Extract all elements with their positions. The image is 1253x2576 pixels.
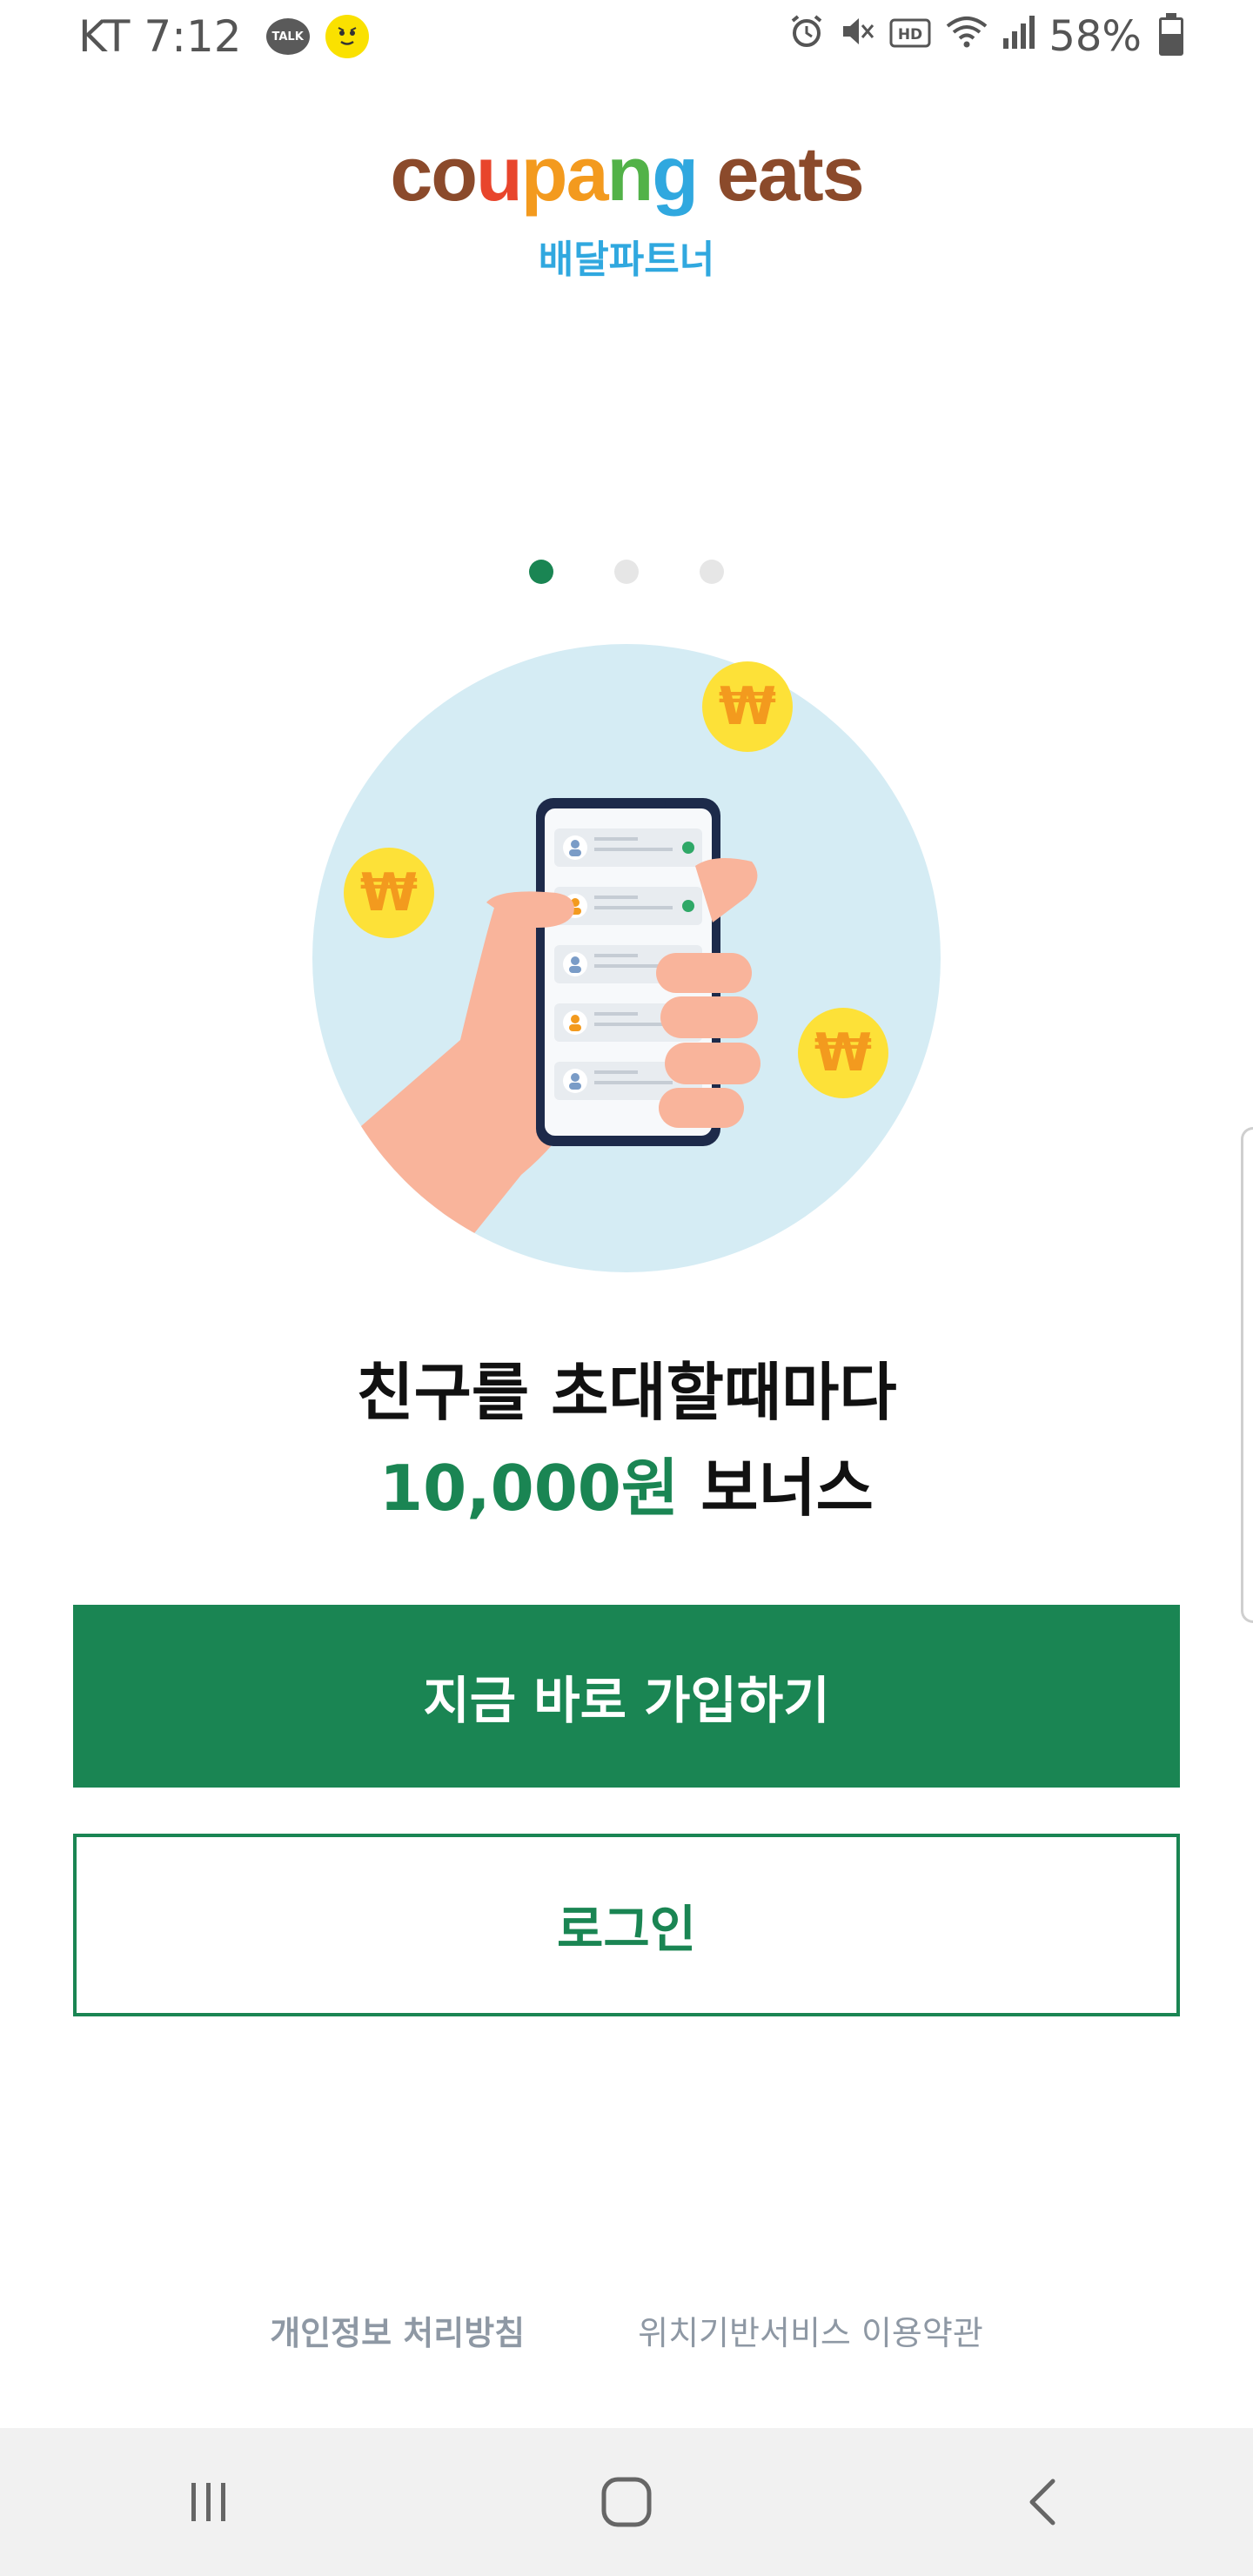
kakao-character-icon <box>325 15 369 58</box>
signal-icon <box>1002 12 1036 61</box>
hd-voice-icon: HD <box>888 12 932 61</box>
carrier-time: KT 7:12 <box>78 11 242 62</box>
pager-dot-3[interactable] <box>700 560 724 584</box>
svg-text:₩: ₩ <box>360 862 418 923</box>
battery-percent: 58% <box>1049 12 1142 61</box>
won-coin-icon: ₩ <box>344 848 434 938</box>
invite-illustration: ₩ ₩ ₩ <box>312 644 941 1272</box>
back-button[interactable] <box>992 2450 1096 2554</box>
signup-button[interactable]: 지금 바로 가입하기 <box>73 1605 1180 1788</box>
svg-text:₩: ₩ <box>719 676 776 737</box>
mute-icon <box>838 12 876 61</box>
back-icon <box>1029 2479 1055 2526</box>
status-right: HD 58% <box>787 0 1183 73</box>
svg-text:₩: ₩ <box>814 1023 872 1083</box>
home-button[interactable] <box>574 2450 679 2554</box>
won-coin-icon: ₩ <box>798 1008 888 1098</box>
status-bar: KT 7:12 TALK HD 58% <box>0 0 1253 73</box>
status-left: KT 7:12 TALK <box>78 0 369 73</box>
svg-text:HD: HD <box>898 26 922 44</box>
system-nav-bar <box>0 2428 1253 2576</box>
recent-apps-button[interactable] <box>157 2450 261 2554</box>
edge-panel-handle[interactable] <box>1241 1127 1253 1623</box>
brand-subtitle: 배달파트너 <box>538 238 715 282</box>
login-button[interactable]: 로그인 <box>73 1834 1180 2016</box>
brand-header: coupang eats 배달파트너 <box>0 131 1253 284</box>
alarm-icon <box>787 12 826 61</box>
bonus-amount: 10,000원 <box>379 1452 680 1525</box>
pager-dot-2[interactable] <box>614 560 639 584</box>
headline-line2: 10,000원 보너스 <box>0 1440 1253 1536</box>
headline-line1: 친구를 초대할때마다 <box>356 1356 897 1429</box>
carousel-pager <box>0 560 1253 584</box>
footer-links: 개인정보 처리방침 위치기반서비스 이용약관 <box>0 2306 1253 2354</box>
privacy-policy-link[interactable]: 개인정보 처리방침 <box>270 2306 525 2354</box>
invite-bonus-headline: 친구를 초대할때마다 10,000원 보너스 <box>0 1345 1253 1536</box>
wifi-icon <box>944 12 989 61</box>
won-coin-icon: ₩ <box>702 661 793 752</box>
home-icon <box>601 2477 652 2527</box>
battery-icon <box>1159 13 1183 56</box>
coupang-eats-logo: coupang eats <box>390 131 864 217</box>
bonus-label: 보너스 <box>679 1452 874 1525</box>
location-terms-link[interactable]: 위치기반서비스 이용약관 <box>638 2306 983 2354</box>
recent-apps-icon <box>191 2483 225 2521</box>
kakaotalk-icon: TALK <box>265 18 310 55</box>
pager-dot-1[interactable] <box>529 560 553 584</box>
